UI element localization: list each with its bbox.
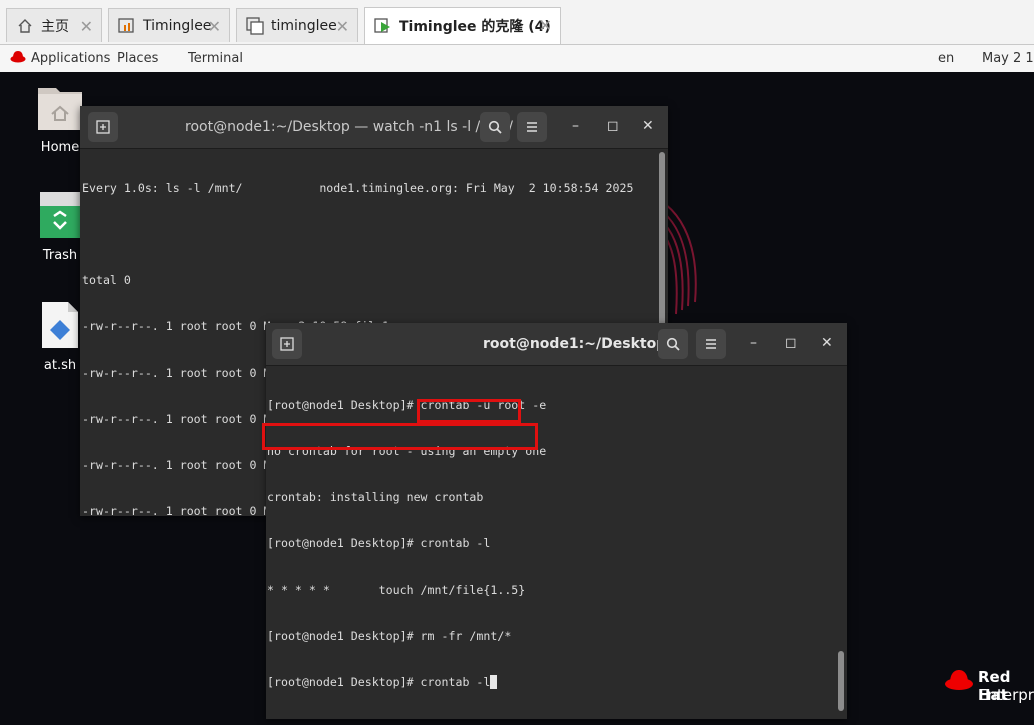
places-menu[interactable]: Places xyxy=(117,51,158,66)
close-icon[interactable]: ✕ xyxy=(336,17,349,36)
vm-tab-bar: 主页 ✕ Timinglee ✕ timinglee ✕ Timinglee 的… xyxy=(0,0,1034,45)
redhat-brand: Red Hat Enterprise xyxy=(944,668,1034,708)
brand-line2: Enterprise xyxy=(978,686,1034,704)
highlight-box xyxy=(262,423,538,450)
hamburger-menu-icon[interactable] xyxy=(517,112,547,142)
terminal-headerbar[interactable]: root@node1:~/Desktop – ◻ ✕ xyxy=(266,323,847,366)
clock[interactable]: May 2 1 xyxy=(982,51,1034,66)
minimize-icon[interactable]: – xyxy=(750,335,757,351)
close-icon[interactable]: ✕ xyxy=(821,335,833,351)
terminal-headerbar[interactable]: root@node1:~/Desktop — watch -n1 ls -l /… xyxy=(80,106,668,149)
tab-home[interactable]: 主页 ✕ xyxy=(6,8,102,42)
tab-label: 主页 xyxy=(41,18,69,35)
applications-menu[interactable]: Applications xyxy=(31,51,110,66)
tab-timinglee-clone[interactable]: Timinglee 的克隆 (4) ✕ xyxy=(364,7,561,44)
tab-timinglee[interactable]: Timinglee ✕ xyxy=(108,8,230,42)
terminal-menu[interactable]: Terminal xyxy=(188,51,243,66)
terminal-line: crontab: installing new crontab xyxy=(267,490,484,505)
gnome-top-bar: Applications Places Terminal en May 2 1 xyxy=(0,45,1034,73)
tab-timinglee-2[interactable]: timinglee ✕ xyxy=(236,8,358,42)
terminal-line: [root@node1 Desktop]# rm -fr /mnt/* xyxy=(267,628,512,643)
maximize-icon[interactable]: ◻ xyxy=(785,335,797,351)
close-icon[interactable]: ✕ xyxy=(539,16,552,35)
home-icon xyxy=(15,16,35,36)
close-icon[interactable]: ✕ xyxy=(80,17,93,36)
terminal-line: total 0 xyxy=(82,273,131,288)
vm-running-icon xyxy=(373,16,393,36)
minimize-icon[interactable]: – xyxy=(572,118,579,134)
terminal-line: [root@node1 Desktop]# crontab -u root -e xyxy=(267,397,547,412)
tab-label: Timinglee xyxy=(143,17,212,34)
window-title: root@node1:~/Desktop — watch -n1 ls -l /… xyxy=(185,119,513,135)
text-cursor xyxy=(490,675,498,690)
terminal-line: * * * * * touch /mnt/file{1..5} xyxy=(267,582,526,597)
terminal-line: Every 1.0s: ls -l /mnt/ node1.timinglee.… xyxy=(82,180,634,195)
terminal-line: [root@node1 Desktop]# crontab -l xyxy=(267,536,491,551)
terminal-window-crontab[interactable]: root@node1:~/Desktop – ◻ ✕ [root@node1 D… xyxy=(266,323,847,719)
tab-label: timinglee xyxy=(271,17,337,34)
terminal-output[interactable]: [root@node1 Desktop]# crontab -u root -e… xyxy=(267,367,833,719)
language-indicator[interactable]: en xyxy=(938,51,954,66)
terminal-prompt-line: [root@node1 Desktop]# crontab -l xyxy=(267,675,833,690)
vm-icon xyxy=(117,16,137,36)
highlight-box xyxy=(417,399,521,423)
redhat-logo-icon xyxy=(10,50,26,68)
scrollbar[interactable] xyxy=(838,651,844,711)
tab-label: Timinglee 的克隆 (4) xyxy=(399,19,551,35)
window-title: root@node1:~/Desktop xyxy=(483,336,667,352)
close-icon[interactable]: ✕ xyxy=(208,17,221,36)
hamburger-menu-icon[interactable] xyxy=(696,329,726,359)
terminal-line: [root@node1 Desktop]# crontab -l xyxy=(267,675,491,690)
maximize-icon[interactable]: ◻ xyxy=(607,118,619,134)
close-icon[interactable]: ✕ xyxy=(642,118,654,134)
window-icon xyxy=(245,16,265,36)
new-tab-icon[interactable] xyxy=(272,329,302,359)
search-icon[interactable] xyxy=(480,112,510,142)
redhat-logo-icon xyxy=(945,670,973,690)
desktop: Home Trash at.sh root@node1:~/Desktop — … xyxy=(0,72,1034,725)
search-icon[interactable] xyxy=(658,329,688,359)
